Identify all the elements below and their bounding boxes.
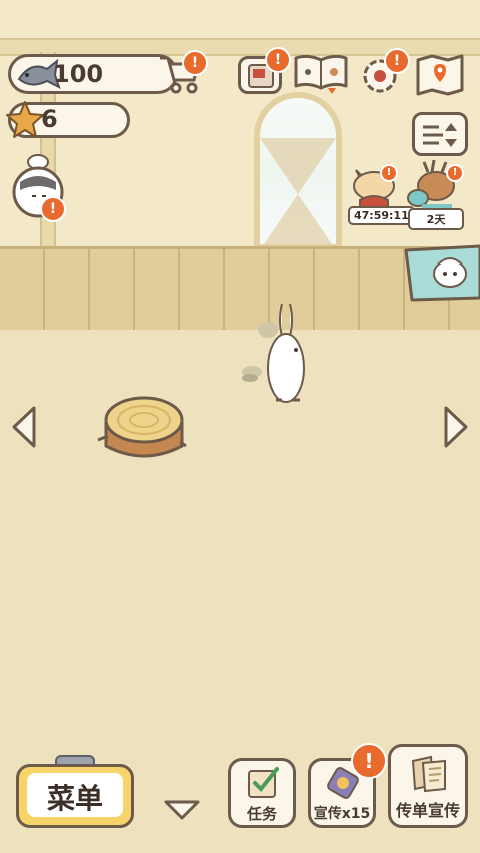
chef-cat-button[interactable]: ! [10,152,68,222]
tree-stump[interactable] [96,394,188,464]
scroll-right-button[interactable] [440,404,472,450]
fish-counter: 100 [8,54,178,94]
deer-visitor-button[interactable]: ! 2天 [406,159,466,230]
notebook-button[interactable]: ! [238,47,291,94]
paw-book-icon [294,54,348,94]
map-icon [416,54,464,96]
star-count: 6 [41,105,58,133]
settings-alert-badge: ! [384,48,410,74]
task-button[interactable]: 任务 [228,758,296,828]
settings-button[interactable]: ! [358,48,410,96]
notebook-alert-badge: ! [265,47,291,73]
map-button[interactable] [414,52,466,96]
cat-visitor-timer: 47:59:11 [348,206,415,225]
flyer-label: 传单宣传 [395,801,460,820]
layout-toggle-button[interactable] [412,112,468,156]
menu-button[interactable]: 菜单 [16,754,134,828]
star-icon [6,101,44,138]
cat-visitor-alert-badge: ! [380,164,398,182]
arched-doorway [254,92,342,250]
task-label: 任务 [246,805,277,823]
chevron-down-icon [164,800,200,820]
chevron-left-icon [12,406,36,448]
chef-sign-icon [404,244,480,302]
deer-visitor-alert-badge: ! [446,164,464,182]
shop-cart-button[interactable]: ! [154,50,208,96]
chef-cat-alert-badge: ! [40,196,66,222]
doorway-light-shape [260,138,336,244]
scroll-left-button[interactable] [8,404,40,450]
paw-book-button[interactable] [292,52,350,94]
promote-button[interactable]: 宣传x15 ! [308,743,387,828]
menu-button-body: 菜单 [16,764,134,828]
scroll-down-button[interactable] [162,796,202,824]
cart-alert-badge: ! [182,50,208,76]
task-checklist-icon [248,767,279,798]
fish-count: 100 [53,60,104,88]
chef-sign-banner[interactable] [402,244,480,302]
menu-label: 菜单 [46,782,103,815]
star-counter: 6 [6,101,130,138]
promote-alert-badge: ! [351,743,387,779]
chevron-right-icon [444,406,468,448]
sort-list-icon [423,123,457,147]
cat-visitor-button[interactable]: ! 47:59:11 [346,162,415,226]
deer-visitor-timer: 2天 [408,208,464,230]
flyer-promote-button[interactable]: 传单宣传 [388,744,468,828]
rabbit-character[interactable] [230,300,340,410]
promote-label: 宣传x15 [313,806,371,822]
flyer-icon [411,755,446,793]
